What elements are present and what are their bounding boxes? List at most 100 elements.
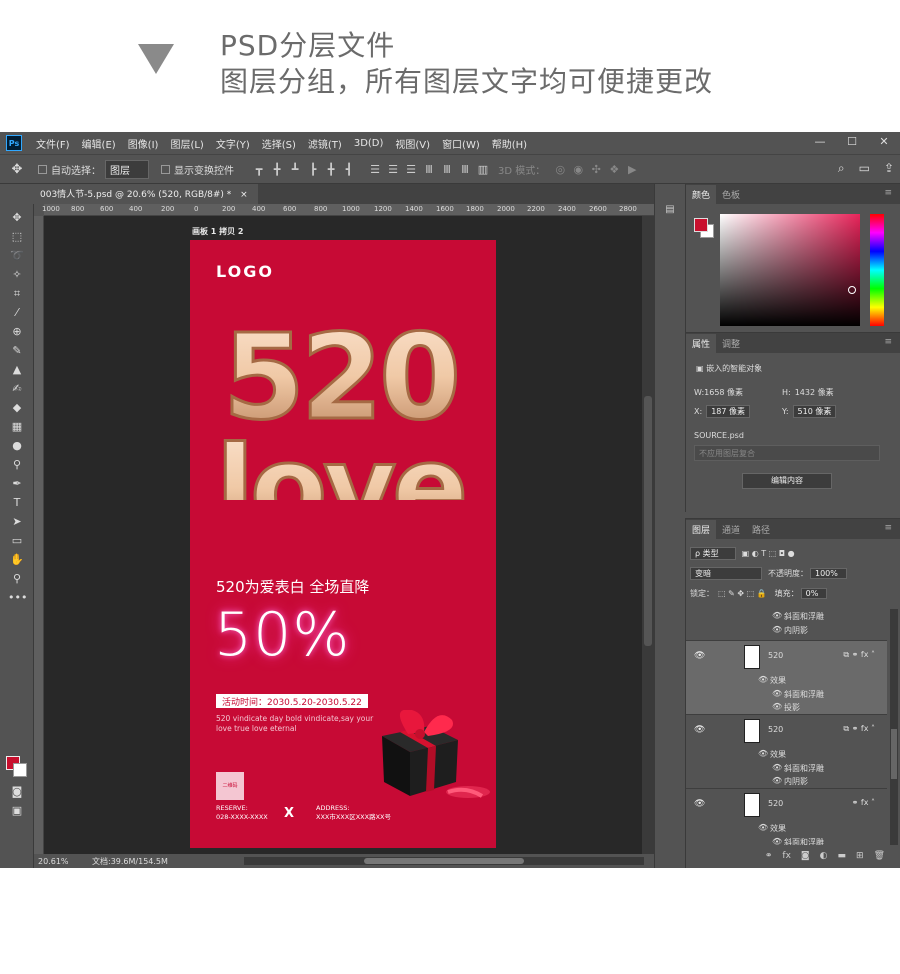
tab-adjustments[interactable]: 调整 <box>716 334 746 353</box>
artboard-label[interactable]: 画板 1 拷贝 2 <box>192 226 244 237</box>
distribute-bottom-icon[interactable]: ☰ <box>402 163 420 176</box>
layer-name[interactable]: 520 <box>768 799 783 808</box>
share-icon[interactable]: ⇪ <box>884 161 894 176</box>
background-color-swatch[interactable] <box>13 763 27 777</box>
zoom-icon[interactable]: ⚲ <box>8 571 26 587</box>
maximize-button[interactable]: ☐ <box>836 132 868 154</box>
menu-image[interactable]: 图像(I) <box>122 136 165 151</box>
foreground-color-chip[interactable] <box>694 218 708 232</box>
align-bottom-icon[interactable]: ┻ <box>286 163 304 176</box>
edit-contents-button[interactable]: 编辑内容 <box>742 473 832 489</box>
auto-select-checkbox[interactable] <box>38 164 47 174</box>
minimize-button[interactable]: — <box>804 132 836 154</box>
h-value[interactable]: 1432 像素 <box>795 388 834 397</box>
doc-info[interactable]: 文档:39.6M/154.5M <box>92 856 168 867</box>
x-value[interactable]: 187 像素 <box>706 405 750 418</box>
tab-swatches[interactable]: 色板 <box>716 185 746 204</box>
close-button[interactable]: ✕ <box>868 132 900 154</box>
history-brush-icon[interactable]: ✍ <box>8 381 26 397</box>
gradient-icon[interactable]: ▦ <box>8 419 26 435</box>
panel-menu-icon[interactable]: ≡ <box>884 337 892 347</box>
scroll-thumb[interactable] <box>891 729 897 779</box>
more-tools-icon[interactable]: ••• <box>8 590 27 606</box>
panel-menu-icon[interactable]: ≡ <box>884 188 892 198</box>
layer-row[interactable]: 👁 520 ⚭ fx ˄ 👁 效果 👁 斜面和浮雕 👁 投影 <box>686 789 887 845</box>
delete-layer-icon[interactable]: 🗑 <box>874 851 885 861</box>
move-icon[interactable]: ✥ <box>8 210 26 226</box>
layer-fx-icon[interactable]: ⧉ ⚭ fx ˄ <box>843 724 875 734</box>
auto-select-dropdown[interactable]: 图层 <box>105 159 149 179</box>
opacity-input[interactable]: 100% <box>810 567 847 579</box>
3d-orbit-icon[interactable]: ◎ <box>551 163 569 176</box>
magic-wand-icon[interactable]: ✧ <box>8 267 26 283</box>
layer-thumbnail[interactable] <box>744 645 760 669</box>
w-value[interactable]: 1658 像素 <box>704 388 743 397</box>
visibility-eye-icon[interactable]: 👁 <box>694 651 705 661</box>
filter-pixel-icon[interactable]: ▣ ◐ T ⬚ ◘ ● <box>742 549 795 558</box>
lasso-icon[interactable]: ➰ <box>8 248 26 264</box>
fill-input[interactable]: 0% <box>800 587 828 599</box>
menu-filter[interactable]: 滤镜(T) <box>302 136 348 151</box>
distribute-hcenter-icon[interactable]: Ⅲ <box>438 163 456 176</box>
layer-row[interactable]: 👁 520 ⧉ ⚭ fx ˄ 👁 效果 👁 斜面和浮雕 👁 投影 <box>686 641 887 715</box>
color-picker-cursor[interactable] <box>848 286 856 294</box>
layer-comp-dropdown[interactable]: 不应用图层复合 <box>694 445 880 461</box>
type-icon[interactable]: T <box>8 495 26 511</box>
healing-icon[interactable]: ⊕ <box>8 324 26 340</box>
eyedropper-icon[interactable]: ⁄ <box>8 305 26 321</box>
layer-fx-icon[interactable]: ⚭ fx ˄ <box>852 798 875 807</box>
menu-type[interactable]: 文字(Y) <box>210 136 256 151</box>
align-top-icon[interactable]: ┳ <box>250 163 268 176</box>
add-style-icon[interactable]: fx <box>782 851 791 861</box>
artboard[interactable]: LOGO 520 love 520为爱表白 全场直降 50% 活动时间：2030… <box>190 240 496 848</box>
tab-paths[interactable]: 路径 <box>746 520 776 539</box>
menu-layer[interactable]: 图层(L) <box>164 136 209 151</box>
eye-icon[interactable]: 👁 <box>772 702 782 711</box>
new-layer-icon[interactable]: ⊞ <box>856 851 864 861</box>
marquee-icon[interactable]: ⬚ <box>8 229 26 245</box>
eraser-icon[interactable]: ◆ <box>8 400 26 416</box>
add-mask-icon[interactable]: ◙ <box>801 851 810 861</box>
3d-slide-icon[interactable]: ❖ <box>605 163 623 176</box>
hue-slider[interactable] <box>870 214 884 326</box>
eye-icon[interactable]: 👁 <box>758 675 768 684</box>
canvas-vertical-scrollbar[interactable] <box>642 216 654 854</box>
layer-name[interactable]: 520 <box>768 651 783 660</box>
menu-view[interactable]: 视图(V) <box>389 136 436 151</box>
search-icon[interactable]: ⌕ <box>838 161 845 176</box>
canvas-area[interactable]: 画板 1 拷贝 2 LOGO 520 love 520为爱表白 全场直降 50%… <box>44 216 642 854</box>
eye-icon[interactable]: 👁 <box>772 689 782 698</box>
layer-row[interactable]: 👁 520 ⧉ ⚭ fx ˄ 👁 效果 👁 斜面和浮雕 👁 内阴影 <box>686 715 887 789</box>
eye-icon[interactable]: 👁 <box>772 776 782 785</box>
new-group-icon[interactable]: ▬ <box>838 851 847 861</box>
menu-3d[interactable]: 3D(D) <box>348 138 390 149</box>
move-tool-icon[interactable]: ✥ <box>0 162 34 177</box>
y-value[interactable]: 510 像素 <box>792 405 837 418</box>
pen-icon[interactable]: ✒ <box>8 476 26 492</box>
visibility-eye-icon[interactable]: 👁 <box>694 799 705 809</box>
tab-color[interactable]: 颜色 <box>686 185 717 204</box>
close-tab-icon[interactable]: × <box>240 190 248 200</box>
rectangle-icon[interactable]: ▭ <box>8 533 26 549</box>
eye-icon[interactable]: 👁 <box>758 823 768 832</box>
show-transform-checkbox[interactable] <box>161 164 170 174</box>
distribute-left-icon[interactable]: Ⅲ <box>420 163 438 176</box>
menu-file[interactable]: 文件(F) <box>30 136 76 151</box>
3d-roll-icon[interactable]: ◉ <box>569 163 587 176</box>
hand-icon[interactable]: ✋ <box>8 552 26 568</box>
stamp-icon[interactable]: ▲ <box>8 362 26 378</box>
adjustment-layer-icon[interactable]: ◐ <box>820 851 828 861</box>
layers-scrollbar[interactable] <box>890 609 898 845</box>
zoom-readout[interactable]: 20.61% <box>34 857 92 866</box>
crop-icon[interactable]: ⌗ <box>8 286 26 302</box>
blend-mode-dropdown[interactable]: 变暗 <box>690 566 762 580</box>
visibility-eye-icon[interactable]: 👁 <box>694 725 705 735</box>
blur-icon[interactable]: ● <box>8 438 26 454</box>
menu-select[interactable]: 选择(S) <box>256 136 302 151</box>
menu-edit[interactable]: 编辑(E) <box>76 136 122 151</box>
workspace-icon[interactable]: ▭ <box>859 161 870 176</box>
eye-icon[interactable]: 👁 <box>758 749 768 758</box>
align-vcenter-icon[interactable]: ╋ <box>268 163 286 176</box>
auto-align-icon[interactable]: ▥ <box>474 163 492 176</box>
document-tab[interactable]: 003情人节-5.psd @ 20.6% (520, RGB/8#) * × <box>34 184 258 204</box>
